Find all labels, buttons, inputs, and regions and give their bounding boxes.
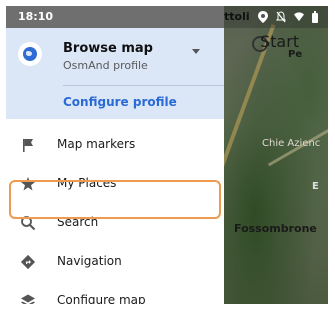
map-label-e: E — [312, 181, 319, 192]
status-bar: 18:10 — [6, 6, 224, 28]
battery-icon — [312, 11, 318, 23]
wifi-icon — [294, 12, 304, 22]
configure-profile-button[interactable]: Configure profile — [63, 95, 177, 109]
header-divider — [63, 85, 224, 86]
menu-item-map-markers[interactable]: Map markers — [6, 126, 224, 164]
map-label-chie: Chie Azienc — [262, 138, 321, 149]
chevron-down-icon[interactable] — [192, 49, 200, 54]
profile-header[interactable]: Browse map OsmAnd profile Configure prof… — [6, 28, 224, 119]
navigation-icon — [20, 254, 36, 270]
map-label-pe: Pe — [288, 49, 303, 60]
map-label-fossombrone: Fossombrone — [234, 222, 317, 235]
status-bar-right: ttoli — [224, 6, 328, 28]
profile-title: Browse map — [63, 41, 153, 56]
app-frame: Start Pe Chie Azienc E Fossombrone 18:10… — [6, 6, 328, 304]
status-time: 18:10 — [18, 10, 54, 23]
navigation-drawer: Browse map OsmAnd profile Configure prof… — [6, 28, 224, 304]
globe-icon — [18, 42, 42, 66]
menu-item-configure-map[interactable]: Configure map — [6, 282, 224, 304]
notifications-off-icon — [276, 11, 286, 23]
layers-icon — [21, 294, 35, 304]
menu-item-label: Map markers — [57, 137, 136, 151]
flag-icon — [23, 139, 33, 152]
selection-highlight — [9, 180, 221, 219]
map-crumb: ttoli — [224, 10, 250, 23]
profile-subtitle: OsmAnd profile — [63, 59, 148, 72]
location-icon — [258, 11, 268, 23]
menu-item-label: Navigation — [57, 254, 122, 268]
menu-item-label: Configure map — [57, 293, 146, 304]
menu-item-navigation[interactable]: Navigation — [6, 243, 224, 281]
map-view[interactable]: Start Pe Chie Azienc E Fossombrone — [196, 6, 328, 304]
